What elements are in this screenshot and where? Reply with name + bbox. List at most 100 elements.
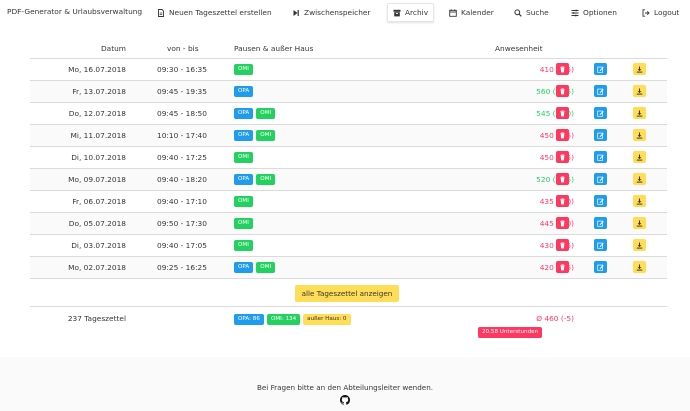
edit-icon	[597, 220, 604, 227]
row-time: 09:25 - 16:25	[157, 263, 207, 272]
download-icon	[636, 88, 643, 95]
row-tags: OPA OMI	[234, 130, 276, 141]
header-time: von - bis	[167, 44, 199, 53]
tag-omi: OMI	[256, 108, 276, 119]
edit-button[interactable]	[594, 173, 607, 185]
nav-cache[interactable]: Zwischenspeicher	[292, 3, 370, 22]
trash-icon	[559, 131, 566, 139]
trash-icon	[559, 153, 566, 161]
nav-calendar[interactable]: Kalender	[449, 3, 494, 22]
delete-button[interactable]	[556, 173, 569, 185]
table-row: Mo, 02.07.201809:25 - 16:25OPAOMI420 (-4…	[30, 257, 667, 279]
nav-options[interactable]: Optionen	[571, 3, 617, 22]
show-all-row: alle Tageszettel anzeigen	[30, 281, 667, 307]
tag-opa: OPA	[234, 130, 254, 141]
average-presence: Ø 460 (-5)	[536, 314, 574, 323]
row-date: Di, 10.07.2018	[71, 153, 126, 162]
nav-logout[interactable]: Logout	[642, 3, 679, 22]
edit-icon	[597, 66, 604, 73]
download-button[interactable]	[633, 173, 646, 185]
edit-button[interactable]	[594, 217, 607, 229]
edit-icon	[597, 198, 604, 205]
header-presence: Anwesenheit	[495, 44, 543, 53]
nav-cache-label: Zwischenspeicher	[304, 8, 371, 17]
summary-tags: OPA: 86 OMI: 134 außer Haus: 0	[234, 314, 351, 325]
edit-button[interactable]	[594, 85, 607, 97]
edit-button[interactable]	[594, 129, 607, 141]
row-tags: OMI	[234, 196, 253, 207]
edit-icon	[597, 154, 604, 161]
trash-icon	[559, 65, 566, 73]
download-icon	[636, 154, 643, 161]
nav-archive-label: Archiv	[405, 8, 429, 17]
calendar-icon	[449, 8, 457, 17]
search-icon	[514, 8, 522, 17]
row-date: Do, 05.07.2018	[68, 219, 126, 228]
download-button[interactable]	[633, 151, 646, 163]
delete-button[interactable]	[556, 107, 569, 119]
tag-opa: OPA	[234, 174, 254, 185]
row-date: Fr, 06.07.2018	[72, 197, 126, 206]
delete-button[interactable]	[556, 85, 569, 97]
delete-button[interactable]	[556, 63, 569, 75]
tag-omi: OMI	[234, 64, 253, 75]
row-date: Mi, 11.07.2018	[70, 131, 126, 140]
download-button[interactable]	[633, 217, 646, 229]
row-tags: OMI	[234, 218, 253, 229]
row-tags: OPA	[234, 86, 254, 97]
delete-button[interactable]	[556, 151, 569, 163]
header-date: Datum	[100, 44, 126, 53]
tag-omi: OMI	[256, 130, 276, 141]
trash-icon	[559, 263, 566, 271]
header-breaks: Pausen & außer Haus	[234, 44, 314, 53]
nav-search-label: Suche	[526, 8, 549, 17]
footer: Bei Fragen bitte an den Abteilungsleiter…	[0, 357, 690, 411]
nav-new-daysheet[interactable]: Neuen Tageszettel erstellen	[157, 3, 272, 22]
edit-button[interactable]	[594, 195, 607, 207]
table-row: Do, 12.07.201809:45 - 18:50OPAOMI545 (+8…	[30, 103, 667, 125]
delete-button[interactable]	[556, 195, 569, 207]
github-icon[interactable]	[340, 395, 350, 405]
trash-icon	[559, 241, 566, 249]
edit-button[interactable]	[594, 63, 607, 75]
download-button[interactable]	[633, 261, 646, 273]
brand-title[interactable]: PDF-Generator & Urlaubsverwaltung	[7, 7, 142, 16]
archive-icon	[393, 9, 401, 17]
download-button[interactable]	[633, 107, 646, 119]
edit-icon	[597, 264, 604, 271]
trash-icon	[559, 109, 566, 117]
delete-button[interactable]	[556, 217, 569, 229]
tag-omi: OMI	[234, 152, 253, 163]
edit-button[interactable]	[594, 107, 607, 119]
trash-icon	[559, 197, 566, 205]
edit-button[interactable]	[594, 239, 607, 251]
summary-tag-omi: OMI: 134	[266, 314, 301, 325]
tag-omi: OMI	[234, 196, 253, 207]
show-all-button[interactable]: alle Tageszettel anzeigen	[295, 285, 399, 302]
navbar: PDF-Generator & Urlaubsverwaltung Neuen …	[0, 0, 690, 25]
download-button[interactable]	[633, 129, 646, 141]
row-tags: OMI	[234, 152, 253, 163]
daysheet-count: 237 Tageszettel	[67, 314, 126, 323]
edit-icon	[597, 176, 604, 183]
edit-icon	[597, 110, 604, 117]
row-date: Fr, 13.07.2018	[72, 87, 126, 96]
trash-icon	[559, 87, 566, 95]
nav-calendar-label: Kalender	[461, 8, 494, 17]
edit-button[interactable]	[594, 261, 607, 273]
download-button[interactable]	[633, 85, 646, 97]
download-button[interactable]	[633, 63, 646, 75]
summary-tag-opa: OPA: 86	[234, 314, 264, 325]
nav-archive[interactable]: Archiv	[387, 3, 435, 22]
download-button[interactable]	[633, 195, 646, 207]
row-time: 09:45 - 19:35	[157, 87, 207, 96]
delete-button[interactable]	[556, 261, 569, 273]
edit-button[interactable]	[594, 151, 607, 163]
delete-button[interactable]	[556, 129, 569, 141]
delete-button[interactable]	[556, 239, 569, 251]
download-button[interactable]	[633, 239, 646, 251]
nav-search[interactable]: Suche	[514, 3, 549, 22]
row-time: 09:30 - 16:35	[157, 65, 207, 74]
row-tags: OMI	[234, 64, 253, 75]
nav-new-daysheet-label: Neuen Tageszettel erstellen	[169, 8, 272, 17]
